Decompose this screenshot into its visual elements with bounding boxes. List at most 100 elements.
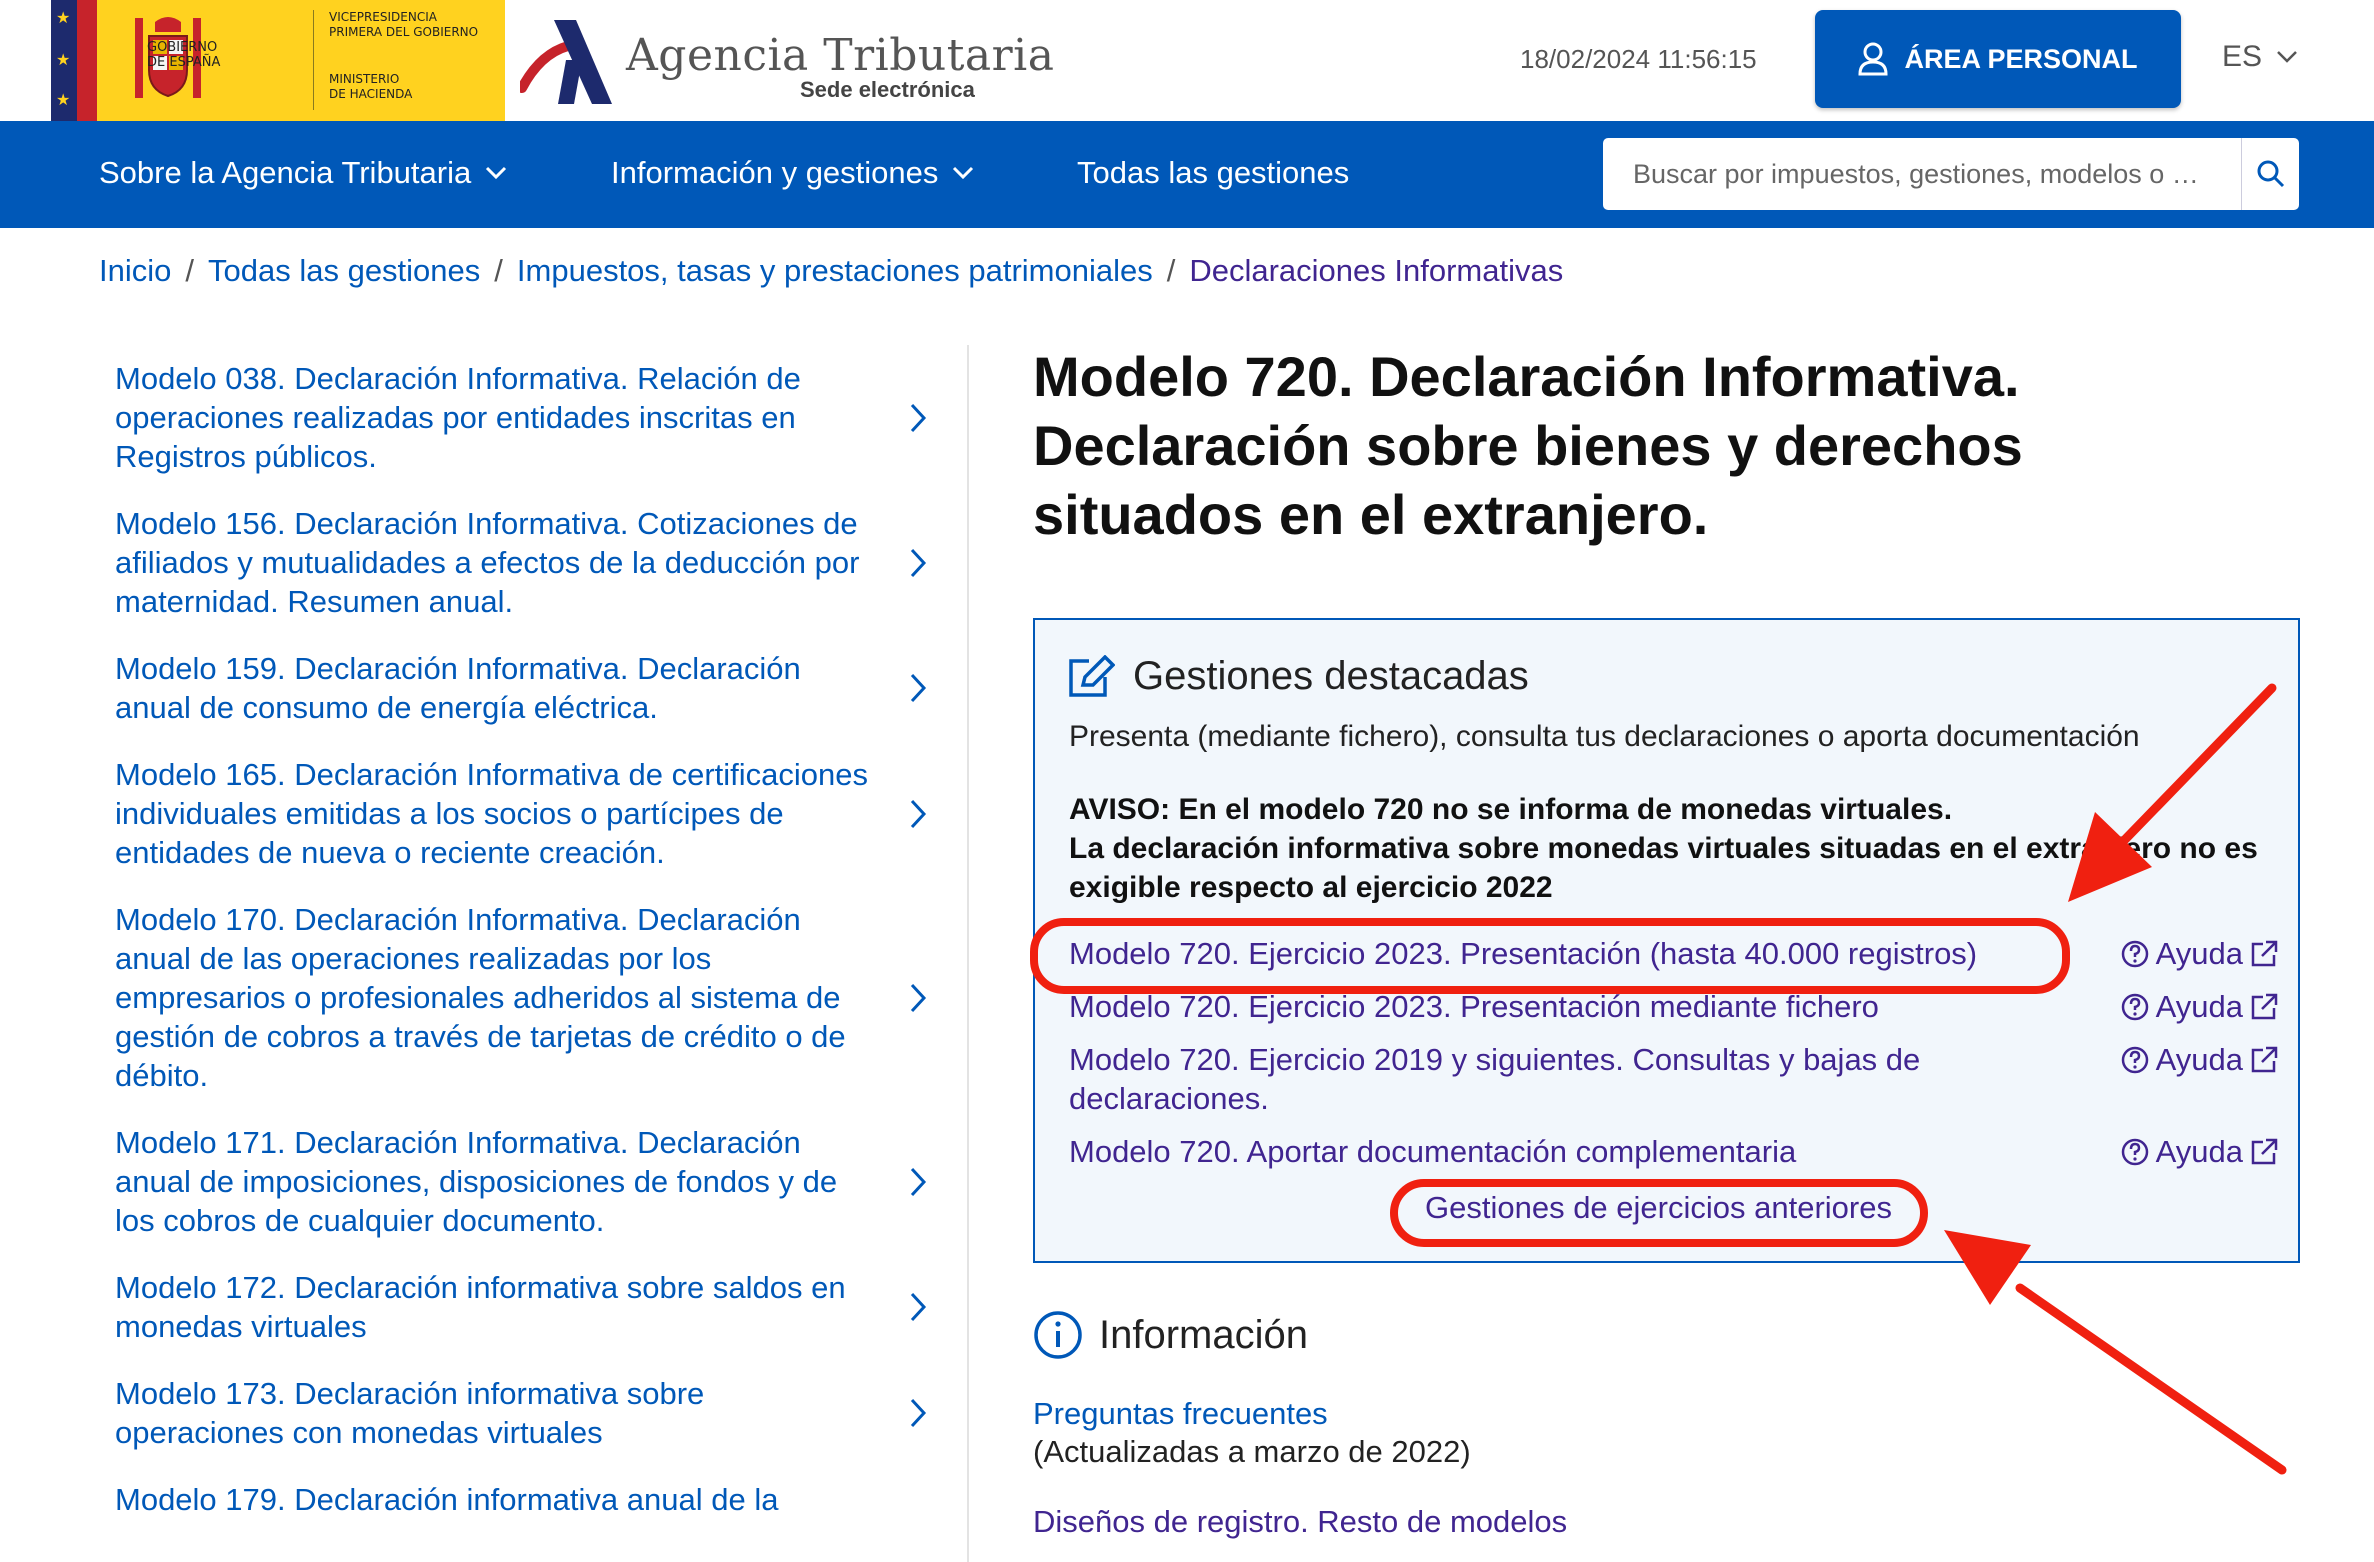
breadcrumb-todas-gestiones[interactable]: Todas las gestiones xyxy=(208,253,480,289)
external-link-icon xyxy=(2251,940,2278,966)
chevron-down-icon xyxy=(486,166,507,180)
ministry-line-1: Ministerio xyxy=(329,72,400,86)
ayuda-link[interactable]: Ayuda xyxy=(2120,1132,2279,1171)
breadcrumb-impuestos[interactable]: Impuestos, tasas y prestaciones patrimon… xyxy=(517,253,1153,289)
sidebar-item-modelo-172[interactable]: Modelo 172. Declaración informativa sobr… xyxy=(99,1254,967,1360)
site-name: Agencia Tributaria xyxy=(626,30,1055,81)
chevron-right-icon xyxy=(910,1292,927,1322)
sidebar-item-label: Modelo 171. Declaración Informativa. Dec… xyxy=(115,1125,838,1238)
breadcrumb-current[interactable]: Declaraciones Informativas xyxy=(1189,253,1563,289)
annotation-oval-anteriores xyxy=(1390,1179,1928,1247)
gestiones-description: Presenta (mediante fichero), consulta tu… xyxy=(1069,720,2140,753)
main-nav: Sobre la Agencia Tributaria Información … xyxy=(0,121,2374,228)
gestion-row: Modelo 720. Ejercicio 2019 y siguientes.… xyxy=(1069,1040,2279,1118)
info-icon xyxy=(1034,1311,1082,1359)
area-personal-button[interactable]: ÁREA PERSONAL xyxy=(1815,10,2181,108)
eu-flag-stripe: ★ ★ ★ xyxy=(51,0,97,121)
language-select[interactable]: ES xyxy=(2222,40,2298,74)
government-logo[interactable]: ★ ★ ★ Gobierno de España Vicepresidencia… xyxy=(51,0,505,121)
ayuda-label: Ayuda xyxy=(2155,1042,2243,1077)
aviso-line-2: La declaración informativa sobre monedas… xyxy=(1069,832,2258,904)
sidebar-item-modelo-171[interactable]: Modelo 171. Declaración Informativa. Dec… xyxy=(99,1109,967,1254)
informacion-title: Información xyxy=(1099,1312,1308,1357)
site-subtitle: Sede electrónica xyxy=(800,77,975,102)
nav-sobre-agencia[interactable]: Sobre la Agencia Tributaria xyxy=(99,155,507,191)
sidebar-item-label: Modelo 156. Declaración Informativa. Cot… xyxy=(115,506,860,619)
sidebar-item-label: Modelo 038. Declaración Informativa. Rel… xyxy=(115,361,801,474)
help-circle-icon xyxy=(2121,1138,2148,1165)
nav-informacion-gestiones[interactable]: Información y gestiones xyxy=(611,155,974,191)
sidebar-item-label: Modelo 172. Declaración informativa sobr… xyxy=(115,1270,846,1344)
sidebar-model-list: Modelo 038. Declaración Informativa. Rel… xyxy=(99,345,969,1562)
gestion-row: Modelo 720. Aportar documentación comple… xyxy=(1069,1132,2279,1171)
search-button[interactable] xyxy=(2241,138,2299,210)
site-header: ★ ★ ★ Gobierno de España Vicepresidencia… xyxy=(0,0,2374,121)
external-link-icon xyxy=(2251,1046,2278,1072)
nav-todas-gestiones[interactable]: Todas las gestiones xyxy=(1077,155,1349,191)
sidebar-item-modelo-038[interactable]: Modelo 038. Declaración Informativa. Rel… xyxy=(99,345,967,490)
vice-line-1: Vicepresidencia xyxy=(329,10,437,24)
search-box xyxy=(1603,138,2299,210)
chevron-right-icon xyxy=(910,1398,927,1428)
chevron-down-icon xyxy=(2277,51,2297,63)
breadcrumb: Inicio / Todas las gestiones / Impuestos… xyxy=(99,253,1564,289)
ayuda-label: Ayuda xyxy=(2155,989,2243,1024)
aviso-notice: AVISO: En el modelo 720 no se informa de… xyxy=(1069,790,2279,907)
annotation-arrow-bottom xyxy=(2015,1283,2287,1475)
aeat-logo-icon[interactable] xyxy=(520,14,620,106)
gov-line-1: Gobierno xyxy=(147,40,218,55)
nav-item-label: Todas las gestiones xyxy=(1077,155,1350,190)
ministry-line-2: de Hacienda xyxy=(329,87,413,101)
edit-icon xyxy=(1069,654,1115,697)
breadcrumb-inicio[interactable]: Inicio xyxy=(99,253,171,289)
external-link-icon xyxy=(2251,993,2278,1019)
sidebar-item-label: Modelo 173. Declaración informativa sobr… xyxy=(115,1376,705,1450)
aviso-line-1: AVISO: En el modelo 720 no se informa de… xyxy=(1069,793,1953,826)
nav-item-label: Información y gestiones xyxy=(611,155,939,190)
ayuda-link[interactable]: Ayuda xyxy=(2120,934,2279,973)
informacion-header: Información xyxy=(1033,1310,1308,1360)
help-circle-icon xyxy=(2121,1046,2148,1073)
sidebar-item-modelo-170[interactable]: Modelo 170. Declaración Informativa. Dec… xyxy=(99,886,967,1109)
chevron-right-icon xyxy=(910,1167,927,1196)
chevron-right-icon xyxy=(910,983,927,1012)
search-input[interactable] xyxy=(1603,138,2241,210)
sidebar-item-label: Modelo 165. Declaración Informativa de c… xyxy=(115,757,868,870)
ayuda-label: Ayuda xyxy=(2155,1134,2243,1169)
sidebar-item-modelo-159[interactable]: Modelo 159. Declaración Informativa. Dec… xyxy=(99,635,967,741)
chevron-right-icon xyxy=(910,403,927,432)
gov-line-2: de España xyxy=(147,55,221,70)
help-circle-icon xyxy=(2121,993,2148,1020)
chevron-down-icon xyxy=(953,166,974,180)
search-icon xyxy=(2257,160,2284,188)
page-title: Modelo 720. Declaración Informativa. Dec… xyxy=(1033,345,2023,546)
current-datetime: 18/02/2024 11:56:15 xyxy=(1520,44,1757,74)
faq-update-note: (Actualizadas a marzo de 2022) xyxy=(1033,1434,1471,1469)
chevron-right-icon xyxy=(910,799,927,828)
ayuda-link[interactable]: Ayuda xyxy=(2120,1040,2279,1079)
user-icon xyxy=(1858,42,1888,76)
sidebar-item-modelo-179[interactable]: Modelo 179. Declaración informativa anua… xyxy=(99,1466,967,1533)
chevron-right-icon xyxy=(910,673,927,703)
chevron-right-icon xyxy=(910,548,927,577)
help-circle-icon xyxy=(2121,940,2148,967)
annotation-oval-presentacion xyxy=(1030,918,2070,994)
sidebar-item-modelo-165[interactable]: Modelo 165. Declaración Informativa de c… xyxy=(99,741,967,886)
nav-item-label: Sobre la Agencia Tributaria xyxy=(99,155,472,190)
sidebar-item-modelo-156[interactable]: Modelo 156. Declaración Informativa. Cot… xyxy=(99,490,967,635)
sidebar-item-modelo-173[interactable]: Modelo 173. Declaración informativa sobr… xyxy=(99,1360,967,1466)
ayuda-link[interactable]: Ayuda xyxy=(2120,987,2279,1026)
ayuda-label: Ayuda xyxy=(2155,936,2243,971)
sidebar-item-label: Modelo 159. Declaración Informativa. Dec… xyxy=(115,651,801,725)
area-personal-label: ÁREA PERSONAL xyxy=(1904,43,2138,74)
sidebar-item-label: Modelo 179. Declaración informativa anua… xyxy=(115,1482,779,1517)
sidebar-item-label: Modelo 170. Declaración Informativa. Dec… xyxy=(115,902,846,1093)
disenos-registro-link[interactable]: Diseños de registro. Resto de modelos xyxy=(1033,1504,1567,1540)
link-720-2019-consultas[interactable]: Modelo 720. Ejercicio 2019 y siguientes.… xyxy=(1069,1040,2049,1118)
link-720-aportar-documentacion[interactable]: Modelo 720. Aportar documentación comple… xyxy=(1069,1132,2049,1171)
external-link-icon xyxy=(2251,1138,2278,1164)
preguntas-frecuentes-link[interactable]: Preguntas frecuentes xyxy=(1033,1396,1328,1432)
language-label: ES xyxy=(2222,40,2263,73)
gestiones-title: Gestiones destacadas xyxy=(1133,654,1529,698)
vice-line-2: Primera del Gobierno xyxy=(329,25,479,39)
